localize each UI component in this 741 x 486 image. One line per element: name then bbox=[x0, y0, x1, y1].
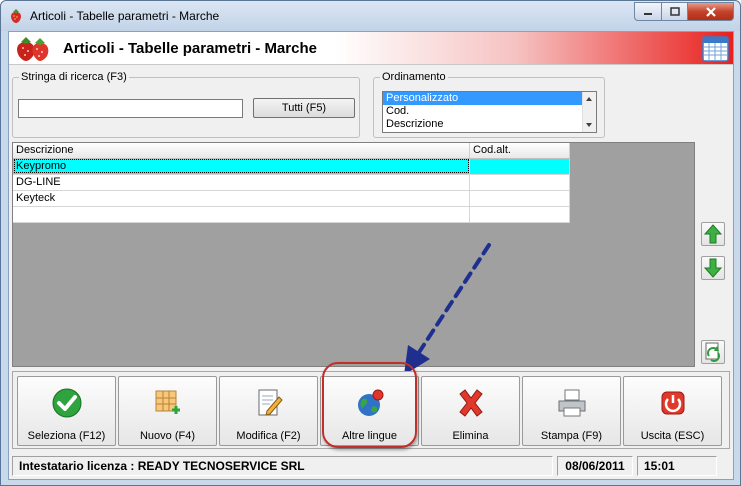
search-input[interactable] bbox=[18, 99, 243, 118]
cell-cod-alt[interactable] bbox=[469, 190, 570, 207]
highlight-ring bbox=[322, 362, 417, 448]
print-button-label: Stampa (F9) bbox=[540, 430, 603, 442]
edit-button-label: Modifica (F2) bbox=[236, 430, 301, 442]
ordering-group: Ordinamento Personalizzato Cod. Descrizi… bbox=[373, 71, 605, 138]
power-icon bbox=[661, 391, 685, 415]
table-row[interactable]: DG-LINE bbox=[13, 174, 570, 191]
cell-descrizione[interactable]: DG-LINE bbox=[13, 174, 471, 191]
ordering-option[interactable]: Cod. bbox=[383, 105, 583, 118]
printer-icon bbox=[558, 389, 586, 417]
maximize-button[interactable] bbox=[661, 2, 688, 21]
header-band: Articoli - Tabelle parametri - Marche bbox=[9, 32, 733, 65]
move-up-button[interactable] bbox=[701, 222, 725, 246]
checkmark-icon bbox=[52, 388, 82, 418]
cell-descrizione[interactable]: Keyteck bbox=[13, 190, 471, 207]
strawberries-logo-icon bbox=[17, 37, 49, 61]
toolbar: Seleziona (F12) Nuovo (F4) Modifica (F2) bbox=[12, 362, 730, 449]
caption-buttons bbox=[634, 2, 734, 21]
cell-cod-alt[interactable] bbox=[469, 158, 570, 175]
close-icon bbox=[705, 6, 716, 17]
ordering-legend: Ordinamento bbox=[380, 71, 448, 83]
cell-descrizione[interactable] bbox=[13, 206, 471, 223]
grid-panel: Descrizione Cod.alt. Keypromo DG-LINE Ke… bbox=[12, 142, 695, 367]
arrow-down-icon bbox=[703, 258, 723, 278]
search-legend: Stringa di ricerca (F3) bbox=[19, 71, 129, 83]
column-header-cod-alt[interactable]: Cod.alt. bbox=[469, 143, 570, 159]
edit-button[interactable]: Modifica (F2) bbox=[219, 376, 318, 446]
cell-cod-alt[interactable] bbox=[469, 206, 570, 223]
ordering-option[interactable]: Personalizzato bbox=[383, 92, 583, 105]
new-button[interactable]: Nuovo (F4) bbox=[118, 376, 217, 446]
exit-button[interactable]: Uscita (ESC) bbox=[623, 376, 722, 446]
app-window: Articoli - Tabelle parametri - Marche Ar… bbox=[0, 0, 741, 486]
refresh-document-icon bbox=[705, 342, 720, 362]
select-button[interactable]: Seleziona (F12) bbox=[17, 376, 116, 446]
cell-descrizione[interactable]: Keypromo bbox=[13, 158, 471, 175]
minimize-button[interactable] bbox=[634, 2, 661, 21]
time-status: 15:01 bbox=[637, 456, 717, 476]
cell-cod-alt[interactable] bbox=[469, 174, 570, 191]
print-button[interactable]: Stampa (F9) bbox=[522, 376, 621, 446]
arrow-up-icon bbox=[703, 224, 723, 244]
minimize-icon bbox=[644, 12, 652, 15]
title-bar[interactable]: Articoli - Tabelle parametri - Marche bbox=[1, 1, 740, 31]
new-button-label: Nuovo (F4) bbox=[139, 430, 196, 442]
maximize-icon bbox=[669, 6, 680, 16]
page-title: Articoli - Tabelle parametri - Marche bbox=[63, 40, 317, 57]
search-group: Stringa di ricerca (F3) Tutti (F5) bbox=[12, 71, 360, 138]
strawberry-app-icon bbox=[11, 9, 21, 23]
delete-button-label: Elimina bbox=[452, 430, 489, 442]
show-all-button[interactable]: Tutti (F5) bbox=[253, 98, 355, 118]
exit-button-label: Uscita (ESC) bbox=[640, 430, 705, 442]
close-button[interactable] bbox=[688, 2, 734, 21]
ordering-scrollbar[interactable] bbox=[582, 92, 596, 132]
ordering-option[interactable]: Descrizione bbox=[383, 118, 583, 131]
delete-x-icon bbox=[459, 389, 483, 417]
client-area: Articoli - Tabelle parametri - Marche St… bbox=[8, 31, 734, 480]
ordering-listbox[interactable]: Personalizzato Cod. Descrizione bbox=[382, 91, 597, 133]
table-row[interactable]: Keypromo bbox=[13, 158, 570, 175]
brands-table: Descrizione Cod.alt. Keypromo DG-LINE Ke… bbox=[13, 143, 570, 223]
scroll-down-icon[interactable] bbox=[586, 123, 592, 127]
select-button-label: Seleziona (F12) bbox=[27, 430, 106, 442]
calendar-icon[interactable] bbox=[702, 35, 729, 62]
edit-document-icon bbox=[258, 389, 283, 416]
table-row[interactable] bbox=[13, 206, 570, 223]
move-down-button[interactable] bbox=[701, 256, 725, 280]
delete-button[interactable]: Elimina bbox=[421, 376, 520, 446]
column-header-descrizione[interactable]: Descrizione bbox=[13, 143, 471, 159]
scroll-up-icon[interactable] bbox=[586, 97, 592, 101]
date-status: 08/06/2011 bbox=[557, 456, 633, 476]
window-title: Articoli - Tabelle parametri - Marche bbox=[30, 9, 220, 23]
refresh-button[interactable] bbox=[701, 340, 725, 364]
license-status: Intestatario licenza : READY TECNOSERVIC… bbox=[12, 456, 553, 476]
status-bar: Intestatario licenza : READY TECNOSERVIC… bbox=[12, 456, 730, 476]
new-grid-icon bbox=[155, 390, 180, 414]
table-row[interactable]: Keyteck bbox=[13, 190, 570, 207]
